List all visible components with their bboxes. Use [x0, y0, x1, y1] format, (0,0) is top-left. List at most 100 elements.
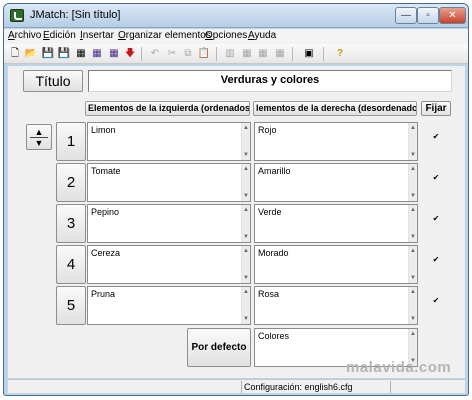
scroll-up-icon[interactable]: ▲	[242, 165, 250, 173]
help-icon[interactable]: ?	[333, 47, 347, 61]
scroll-down-icon[interactable]: ▼	[242, 151, 250, 159]
left-item-text: Limon	[91, 125, 116, 135]
copy-icon[interactable]: ⧉	[181, 47, 195, 61]
row-number-button[interactable]: 3	[56, 204, 86, 243]
scrollbar[interactable]: ▲ ▼	[408, 287, 417, 324]
toolbar-separator	[216, 47, 217, 61]
right-item-text: Amarillo	[258, 166, 291, 176]
scroll-up-icon[interactable]: ▲	[242, 288, 250, 296]
reorder-rows-button[interactable]: ▲ ▼	[26, 124, 52, 150]
toolbar-separator	[292, 47, 293, 61]
scroll-down-icon[interactable]: ▼	[242, 192, 250, 200]
left-item-textarea[interactable]: Pruna ▲ ▼	[87, 286, 251, 325]
new-file-icon[interactable]: 🗋	[8, 47, 22, 61]
fix-checkbox[interactable]: ✔	[432, 256, 440, 264]
title-input[interactable]: Verduras y colores	[88, 70, 452, 92]
left-column-header[interactable]: Elementos de la izquierda (ordenados)	[85, 101, 250, 116]
right-item-textarea[interactable]: Rojo ▲ ▼	[254, 122, 418, 161]
left-item-textarea[interactable]: Cereza ▲ ▼	[87, 245, 251, 284]
scroll-up-icon[interactable]: ▲	[409, 288, 417, 296]
paste-icon[interactable]: 📋	[197, 47, 211, 61]
title-button[interactable]: Título	[23, 70, 83, 92]
open-folder-icon[interactable]: 📂	[24, 47, 38, 61]
scroll-down-icon[interactable]: ▼	[409, 192, 417, 200]
scrollbar[interactable]: ▲ ▼	[241, 205, 250, 242]
row-number-button[interactable]: 1	[56, 122, 86, 161]
menu-edicion[interactable]: Edición	[43, 30, 76, 41]
export-web-icon[interactable]: ▦	[74, 47, 88, 61]
grid-icon[interactable]: ▦	[240, 47, 254, 61]
save-as-icon[interactable]: 💾	[57, 47, 71, 61]
scroll-down-icon[interactable]: ▼	[242, 274, 250, 282]
scroll-down-icon[interactable]: ▼	[409, 274, 417, 282]
minimize-button[interactable]: —	[395, 7, 417, 24]
status-bar: Configuración: english6.cfg	[8, 379, 465, 393]
export-html-icon[interactable]: ▦	[90, 47, 104, 61]
left-item-text: Pepino	[91, 207, 120, 217]
maximize-button[interactable]: ▫	[417, 7, 439, 24]
right-item-textarea[interactable]: Amarillo ▲ ▼	[254, 163, 418, 202]
close-button[interactable]: ✕	[439, 7, 466, 24]
scrollbar[interactable]: ▲ ▼	[241, 246, 250, 283]
menu-opciones[interactable]: Opciones	[205, 30, 247, 41]
menu-archivo[interactable]: Archivo	[8, 30, 41, 41]
scroll-up-icon[interactable]: ▲	[242, 124, 250, 132]
right-item-textarea[interactable]: Morado ▲ ▼	[254, 245, 418, 284]
grid-web-icon[interactable]: ▦	[256, 47, 270, 61]
right-column-header[interactable]: lementos de la derecha (desordenados)	[253, 101, 417, 116]
scroll-down-icon[interactable]: ▼	[409, 233, 417, 241]
toolbar-separator	[323, 47, 324, 61]
right-item-text: Morado	[258, 248, 289, 258]
cut-icon[interactable]: ✂	[165, 47, 179, 61]
scrollbar[interactable]: ▲ ▼	[408, 205, 417, 242]
title-bar[interactable]: JMatch: [Sin título] — ▫ ✕	[4, 4, 468, 28]
scroll-up-icon[interactable]: ▲	[409, 247, 417, 255]
left-item-text: Cereza	[91, 248, 121, 258]
row-number-button[interactable]: 4	[56, 245, 86, 284]
scrollbar[interactable]: ▲ ▼	[408, 164, 417, 201]
left-item-text: Pruna	[91, 289, 116, 299]
fix-checkbox[interactable]: ✔	[432, 133, 440, 141]
menu-organizar-elementos[interactable]: Organizar elementos	[118, 30, 211, 41]
fix-checkbox[interactable]: ✔	[432, 174, 440, 182]
grid-alt-icon[interactable]: ▦	[273, 47, 287, 61]
fix-checkbox[interactable]: ✔	[432, 215, 440, 223]
scroll-up-icon[interactable]: ▲	[409, 124, 417, 132]
left-item-textarea[interactable]: Limon ▲ ▼	[87, 122, 251, 161]
left-item-textarea[interactable]: Tomate ▲ ▼	[87, 163, 251, 202]
right-item-textarea[interactable]: Verde ▲ ▼	[254, 204, 418, 243]
scrollbar[interactable]: ▲ ▼	[241, 287, 250, 324]
scroll-down-icon[interactable]: ▼	[409, 151, 417, 159]
scroll-up-icon[interactable]: ▲	[409, 165, 417, 173]
scroll-up-icon[interactable]: ▲	[242, 247, 250, 255]
right-item-text: Verde	[258, 207, 282, 217]
scrollbar[interactable]: ▲ ▼	[241, 123, 250, 160]
fix-checkbox[interactable]: ✔	[432, 297, 440, 305]
config-icon[interactable]: ▣	[302, 47, 316, 61]
scroll-down-icon[interactable]: ▼	[242, 315, 250, 323]
row-number-button[interactable]: 5	[56, 286, 86, 325]
left-item-textarea[interactable]: Pepino ▲ ▼	[87, 204, 251, 243]
default-button[interactable]: Por defecto	[187, 328, 251, 367]
default-item-text: Colores	[258, 331, 290, 341]
scroll-down-icon[interactable]: ▼	[409, 315, 417, 323]
table-icon[interactable]: ▥	[223, 47, 237, 61]
menu-ayuda[interactable]: Ayuda	[248, 30, 276, 41]
export-arrow-icon[interactable]: 🡇	[123, 47, 137, 61]
row-number-button[interactable]: 2	[56, 163, 86, 202]
watermark: malavida.com	[346, 359, 452, 376]
undo-icon[interactable]: ↶	[148, 47, 162, 61]
fix-column-button[interactable]: Fijar	[421, 101, 451, 116]
export-dragdrop-icon[interactable]: ▦	[107, 47, 121, 61]
scroll-down-icon[interactable]: ▼	[242, 233, 250, 241]
scrollbar[interactable]: ▲ ▼	[408, 123, 417, 160]
arrow-up-icon: ▲	[34, 126, 44, 137]
scroll-up-icon[interactable]: ▲	[409, 206, 417, 214]
scrollbar[interactable]: ▲ ▼	[408, 246, 417, 283]
right-item-textarea[interactable]: Rosa ▲ ▼	[254, 286, 418, 325]
save-icon[interactable]: 💾	[41, 47, 55, 61]
scroll-up-icon[interactable]: ▲	[409, 330, 417, 338]
menu-insertar[interactable]: Insertar	[80, 30, 114, 41]
scrollbar[interactable]: ▲ ▼	[241, 164, 250, 201]
scroll-up-icon[interactable]: ▲	[242, 206, 250, 214]
